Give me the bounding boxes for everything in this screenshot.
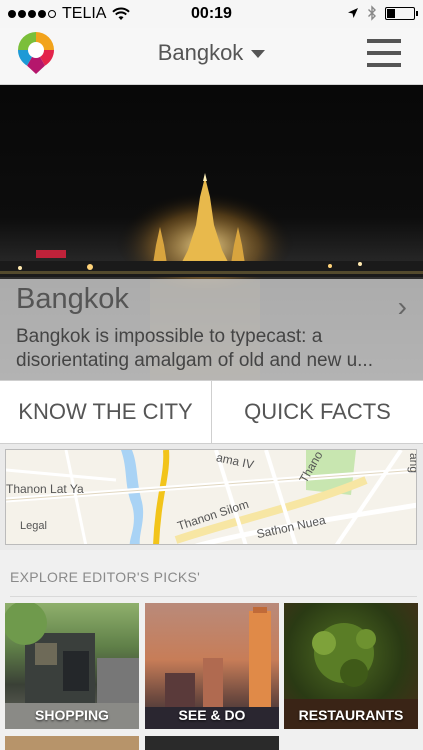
editors-picks-section: EXPLORE EDITOR'S PICKS' SHOPPING SEE & D… xyxy=(0,550,423,750)
hero-description: Bangkok is impossible to typecast: a dis… xyxy=(16,326,373,371)
city-actions: KNOW THE CITY QUICK FACTS xyxy=(0,380,423,444)
map-section: Thanon Lat Ya Thanon Silom Sathon Nuea a… xyxy=(0,444,423,550)
chevron-right-icon[interactable]: › xyxy=(398,291,407,323)
location-arrow-icon xyxy=(348,8,358,18)
pick-label-shopping: SHOPPING xyxy=(35,707,109,723)
pick-tile-row2-2[interactable] xyxy=(145,736,279,750)
pick-label-restaurants: RESTAURANTS xyxy=(298,707,404,723)
map-legal-link[interactable]: Legal xyxy=(20,520,47,532)
city-selector[interactable]: Bangkok xyxy=(0,40,423,66)
app-header: Bangkok xyxy=(0,28,423,85)
pick-tile-row2-1[interactable] xyxy=(5,736,139,750)
map-label-lat-ya: Thanon Lat Ya xyxy=(6,482,84,496)
status-right xyxy=(347,5,418,21)
status-bar: TELIA 00:19 xyxy=(0,0,423,28)
hero-caption: Bangkok › Bangkok is impossible to typec… xyxy=(0,279,423,380)
pick-label-see-do: SEE & DO xyxy=(178,707,246,723)
city-map[interactable]: Thanon Lat Ya Thanon Silom Sathon Nuea a… xyxy=(5,449,417,545)
hero-title: Bangkok xyxy=(16,283,129,315)
map-label-ang: ang xyxy=(407,452,417,474)
section-title: EXPLORE EDITOR'S PICKS' xyxy=(10,569,201,585)
city-name: Bangkok xyxy=(157,40,244,65)
know-the-city-button[interactable]: KNOW THE CITY xyxy=(0,381,211,443)
bluetooth-icon xyxy=(368,5,376,21)
chevron-down-icon xyxy=(251,50,266,59)
battery-icon xyxy=(385,6,418,20)
pick-tile-restaurants[interactable]: RESTAURANTS xyxy=(284,603,418,729)
hamburger-menu-icon[interactable] xyxy=(367,39,401,67)
city-hero[interactable]: Bangkok › Bangkok is impossible to typec… xyxy=(0,85,423,380)
pick-tile-see-do[interactable]: SEE & DO xyxy=(145,603,279,729)
pick-tile-shopping[interactable]: SHOPPING xyxy=(5,603,139,729)
map-roads xyxy=(6,450,416,544)
divider xyxy=(10,596,417,597)
quick-facts-button[interactable]: QUICK FACTS xyxy=(211,381,423,443)
